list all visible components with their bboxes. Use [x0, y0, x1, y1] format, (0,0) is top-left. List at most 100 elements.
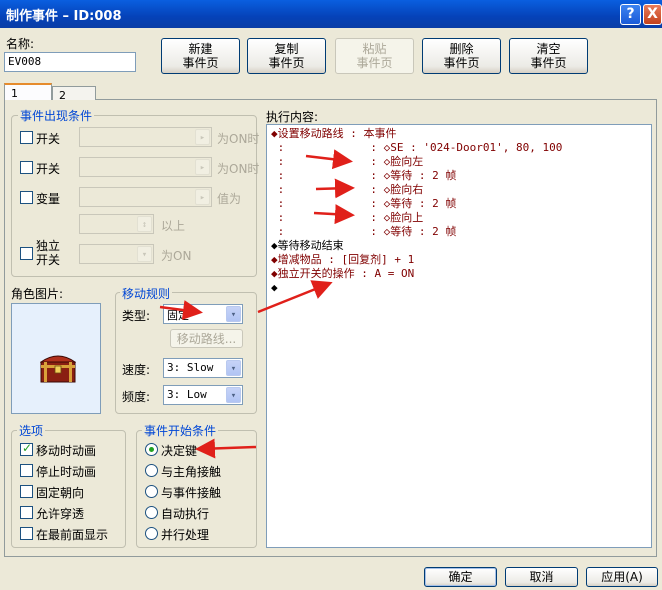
command-line[interactable]: ◆等待移动结束 — [271, 239, 344, 253]
trigger-radio[interactable] — [145, 485, 158, 498]
speed-label: 速度: — [122, 363, 151, 377]
option-checkbox[interactable] — [20, 527, 33, 540]
new-page-label-2: 事件页 — [182, 56, 219, 70]
variable-checkbox[interactable] — [20, 191, 33, 204]
chevron-right-icon: ▸ — [195, 159, 210, 175]
delete-page-button[interactable]: 删除 事件页 — [422, 38, 501, 74]
chevron-down-icon: ▾ — [137, 246, 152, 262]
command-line[interactable]: ◆独立开关的操作 : A = ON — [271, 267, 414, 281]
command-line[interactable]: ◆增减物品 : [回复剂] + 1 — [271, 253, 414, 267]
switch2-label: 开关 — [36, 162, 61, 176]
command-line[interactable]: : : ◇SE : '024-Door01', 80, 100 — [271, 141, 563, 155]
self-switch-label-2: 开关 — [36, 253, 61, 267]
name-label: 名称: — [6, 37, 35, 51]
trigger-label: 与主角接触 — [161, 465, 222, 479]
trigger-radio[interactable] — [145, 464, 158, 477]
self-switch-checkbox[interactable] — [20, 247, 33, 260]
clear-page-button[interactable]: 清空 事件页 — [509, 38, 588, 74]
switch1-checkbox[interactable] — [20, 131, 33, 144]
command-line[interactable]: : : ◇脸向上 — [271, 211, 424, 225]
contents-label: 执行内容: — [266, 110, 319, 124]
speed-value: 3: Slow — [167, 361, 214, 374]
paste-page-label-2: 事件页 — [356, 56, 393, 70]
frequency-label: 频度: — [122, 390, 151, 404]
switch1-suffix: 为ON时 — [217, 132, 260, 146]
option-checkbox[interactable] — [20, 506, 33, 519]
frequency-value: 3: Low — [167, 388, 207, 401]
clear-page-label-2: 事件页 — [530, 56, 567, 70]
switch2-select[interactable]: ▸ — [79, 157, 212, 177]
above-label: 以上 — [161, 219, 186, 233]
command-line[interactable]: : : ◇等待 : 2 帧 — [271, 225, 457, 239]
switch1-select[interactable]: ▸ — [79, 127, 212, 147]
chevron-right-icon: ▸ — [195, 189, 210, 205]
switch2-checkbox[interactable] — [20, 161, 33, 174]
variable-select[interactable]: ▸ — [79, 187, 212, 207]
switch2-suffix: 为ON时 — [217, 162, 260, 176]
graphic-label: 角色图片: — [11, 287, 64, 301]
command-line[interactable]: : : ◇等待 : 2 帧 — [271, 197, 457, 211]
chevron-down-icon: ▾ — [226, 306, 241, 322]
option-checkbox[interactable] — [20, 441, 33, 456]
command-line[interactable]: : : ◇脸向右 — [271, 183, 424, 197]
command-line[interactable]: ◆设置移动路线 : 本事件 — [271, 127, 397, 141]
variable-suffix: 值为 — [217, 192, 242, 206]
graphic-preview[interactable] — [11, 303, 101, 414]
self-switch-select[interactable]: ▾ — [79, 244, 154, 264]
trigger-radio[interactable] — [145, 506, 158, 519]
apply-button[interactable]: 应用(A) — [586, 567, 658, 587]
trigger-label: 决定键 — [161, 444, 198, 458]
paste-page-button[interactable]: 粘贴 事件页 — [335, 38, 414, 74]
help-button[interactable]: ? — [620, 4, 641, 25]
variable-value-stepper[interactable]: ↕ — [79, 214, 154, 234]
spin-arrows-icon: ↕ — [137, 216, 152, 232]
tab-page-2[interactable]: 2 — [52, 86, 96, 102]
type-label: 类型: — [122, 309, 151, 323]
copy-page-label-1: 复制 — [274, 42, 299, 56]
type-select[interactable]: 固定 ▾ — [163, 304, 243, 324]
variable-label: 变量 — [36, 192, 61, 206]
cancel-button[interactable]: 取消 — [505, 567, 578, 587]
trigger-radio[interactable] — [145, 443, 158, 456]
command-line[interactable]: : : ◇脸向左 — [271, 155, 424, 169]
self-switch-suffix: 为ON — [161, 249, 192, 263]
treasure-chest-icon — [40, 355, 76, 383]
option-label: 移动时动画 — [36, 444, 97, 458]
copy-page-button[interactable]: 复制 事件页 — [247, 38, 326, 74]
conditions-title: 事件出现条件 — [18, 107, 95, 124]
options-title: 选项 — [17, 422, 46, 439]
new-page-label-1: 新建 — [188, 42, 213, 56]
option-checkbox[interactable] — [20, 464, 33, 477]
event-commands-list[interactable]: ◆设置移动路线 : 本事件 : : ◇SE : '024-Door01', 80… — [266, 124, 652, 548]
self-switch-label: 独立 开关 — [36, 239, 60, 267]
option-label: 固定朝向 — [36, 486, 85, 500]
option-checkbox[interactable] — [20, 485, 33, 498]
ok-button[interactable]: 确定 — [424, 567, 497, 587]
name-field[interactable]: EV008 — [4, 52, 136, 72]
chevron-down-icon: ▾ — [226, 387, 241, 403]
option-label: 在最前面显示 — [36, 528, 109, 542]
trigger-radio[interactable] — [145, 527, 158, 540]
trigger-label: 自动执行 — [161, 507, 210, 521]
movement-title: 移动规则 — [120, 285, 173, 302]
delete-page-label-1: 删除 — [449, 42, 474, 56]
trigger-title: 事件开始条件 — [142, 422, 219, 439]
speed-select[interactable]: 3: Slow ▾ — [163, 358, 243, 378]
copy-page-label-2: 事件页 — [268, 56, 305, 70]
tab-page-1[interactable]: 1 — [4, 83, 52, 100]
self-switch-label-1: 独立 — [36, 239, 61, 253]
frequency-select[interactable]: 3: Low ▾ — [163, 385, 243, 405]
switch1-label: 开关 — [36, 132, 61, 146]
move-route-button[interactable]: 移动路线... — [170, 329, 243, 348]
chevron-right-icon: ▸ — [195, 129, 210, 145]
command-line[interactable]: ◆ — [271, 281, 278, 295]
type-value: 固定 — [167, 309, 189, 322]
trigger-label: 与事件接触 — [161, 486, 222, 500]
command-line[interactable]: : : ◇等待 : 2 帧 — [271, 169, 457, 183]
close-button[interactable]: X — [643, 4, 662, 25]
window-title: 制作事件 – ID:008 — [6, 9, 122, 24]
trigger-label: 并行处理 — [161, 528, 210, 542]
option-label: 停止时动画 — [36, 465, 97, 479]
chevron-down-icon: ▾ — [226, 360, 241, 376]
new-page-button[interactable]: 新建 事件页 — [161, 38, 240, 74]
